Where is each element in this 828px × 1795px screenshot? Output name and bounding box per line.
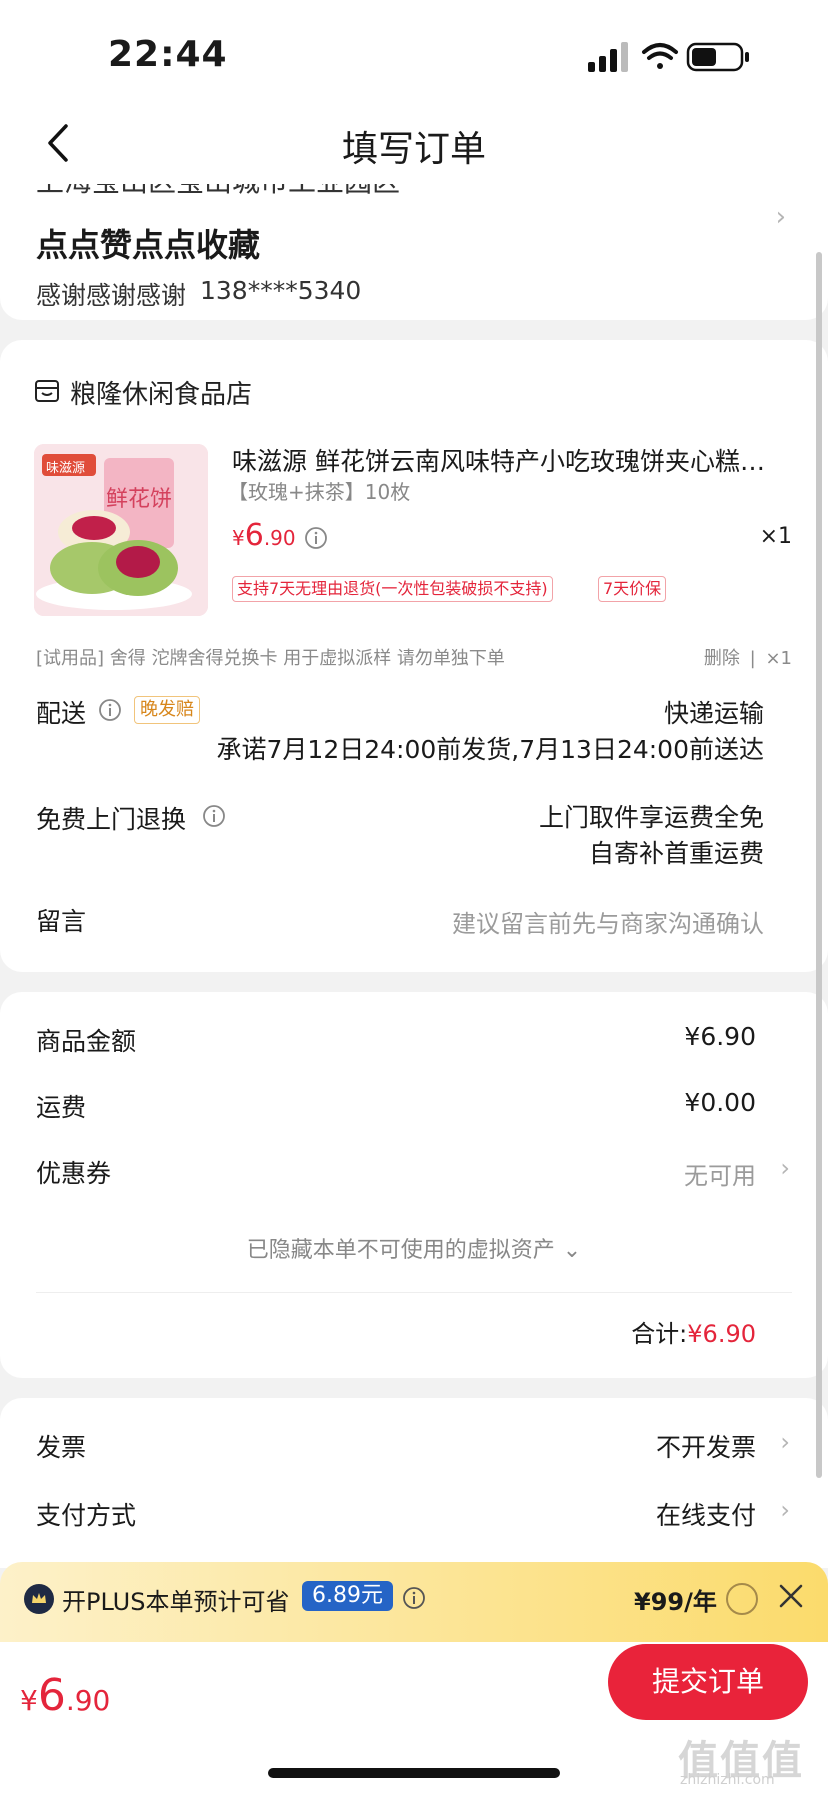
delivery-label: 配送: [36, 699, 87, 728]
delivery-info-icon[interactable]: [98, 698, 122, 722]
coupon-label: 优惠券: [36, 1159, 112, 1188]
divider: [36, 1292, 792, 1293]
message-input[interactable]: 建议留言前先与商家沟通确认: [452, 904, 764, 939]
late-compensation-badge: 晚发赔: [134, 696, 200, 724]
gift-item: [试用品] 舍得 沱牌舍得兑换卡 用于虚拟派样 请勿单独下单: [36, 648, 505, 669]
product-price: ¥6.90: [232, 518, 296, 553]
goods-amount-value: ¥6.90: [684, 1022, 756, 1051]
product-thumbnail[interactable]: 鲜花饼 味滋源: [34, 444, 208, 616]
return-pickup-text: 上门取件享运费全免: [538, 803, 764, 832]
address-card[interactable]: 上海宝山区宝山城市工业园区 点点赞点点收藏 感谢感谢感谢 138****5340…: [0, 184, 828, 320]
order-total: 合计:¥6.90: [631, 1314, 756, 1349]
thumb-text: 鲜花饼: [106, 487, 172, 512]
product-title[interactable]: 味滋源 鲜花饼云南风味特产小吃玫瑰饼夹心糕点零食: [232, 442, 784, 478]
total-label: 合计:: [631, 1320, 688, 1348]
message-label: 留言: [36, 907, 87, 936]
bottom-total-price: ¥6.90: [20, 1670, 111, 1721]
home-indicator[interactable]: [268, 1768, 560, 1778]
plus-price: ¥99/年: [634, 1588, 717, 1616]
contact-name: 感谢感谢感谢: [36, 281, 187, 310]
product-variant: 【玫瑰+抹茶】10枚: [228, 480, 411, 504]
return-service-label: 免费上门退换: [36, 805, 187, 834]
submit-order-button[interactable]: 提交订单: [608, 1644, 808, 1720]
product-quantity: ×1: [759, 524, 792, 549]
cellular-signal-icon: [588, 42, 628, 72]
delivery-method[interactable]: 快递运输: [664, 694, 764, 730]
total-value: ¥6.90: [687, 1320, 756, 1348]
status-icons: [588, 42, 749, 72]
store-name[interactable]: 粮隆休闲食品店: [70, 374, 252, 411]
plus-crown-icon: [24, 1584, 54, 1614]
gift-actions: 删除 | ×1: [704, 644, 792, 670]
page-title: 填写订单: [341, 129, 486, 170]
gift-separator: |: [749, 648, 756, 669]
bottom-checkout-bar: ¥6.90 提交订单 值值值 zhizhizhi.com: [0, 1642, 828, 1795]
thumb-brand: 味滋源: [46, 461, 86, 476]
return-self-send-text: 自寄补首重运费: [588, 839, 764, 868]
goods-amount-label: 商品金额: [36, 1027, 137, 1056]
address-name: 点点赞点点收藏: [36, 226, 261, 264]
invoice-chevron-icon: ›: [780, 1428, 790, 1456]
return-policy-tag: 支持7天无理由退货(一次性包装破损不支持): [232, 576, 553, 602]
price-info-icon[interactable]: [304, 526, 328, 550]
payment-method-value[interactable]: 在线支付: [656, 1496, 756, 1532]
battery-icon: [686, 42, 749, 72]
invoice-payment-card: 发票 不开发票 › 支付方式 在线支付 ›: [0, 1398, 828, 1568]
invoice-value[interactable]: 不开发票: [656, 1428, 756, 1464]
watermark-url: zhizhizhi.com: [680, 1772, 775, 1788]
payment-chevron-icon: ›: [780, 1496, 790, 1524]
return-info-icon[interactable]: [202, 804, 226, 828]
store-icon: [35, 380, 59, 402]
price-protect-tag: 7天价保: [598, 576, 667, 602]
scrollbar[interactable]: [816, 252, 822, 1478]
store-card: 粮隆休闲食品店 鲜花饼 味滋源 味滋源 鲜花饼云南风味特产小吃玫瑰饼夹心糕点零食…: [0, 340, 828, 972]
payment-method-label: 支付方式: [36, 1501, 137, 1530]
shipping-label: 运费: [36, 1093, 87, 1122]
contact-phone: 138****5340: [200, 276, 362, 305]
chevron-right-icon: ›: [775, 202, 786, 232]
wifi-icon: [642, 43, 678, 69]
shipping-value: ¥0.00: [684, 1088, 756, 1117]
plus-promo-text: 开PLUS本单预计可省: [62, 1588, 290, 1616]
plus-info-icon[interactable]: [402, 1586, 426, 1610]
plus-select-radio[interactable]: [726, 1583, 758, 1615]
status-bar: 22:44: [0, 0, 828, 100]
cost-summary-card: 商品金额 ¥6.90 运费 ¥0.00 优惠券 无可用 › 已隐藏本单不可使用的…: [0, 992, 828, 1378]
gift-qty: ×1: [765, 648, 792, 669]
delivery-promise: 承诺7月12日24:00前发货,7月13日24:00前送达: [216, 735, 764, 764]
plus-savings-badge: 6.89元: [302, 1581, 393, 1611]
plus-promo-bar[interactable]: 开PLUS本单预计可省 6.89元 ¥99/年: [0, 1562, 828, 1642]
gift-delete-button[interactable]: 删除: [704, 648, 740, 669]
coupon-chevron-icon: ›: [780, 1154, 790, 1182]
invoice-label: 发票: [36, 1433, 87, 1462]
status-time: 22:44: [108, 34, 228, 75]
coupon-value[interactable]: 无可用: [684, 1156, 756, 1191]
address-line: 上海宝山区宝山城市工业园区: [36, 184, 400, 200]
hidden-assets-toggle[interactable]: 已隐藏本单不可使用的虚拟资产 ⌄: [0, 1232, 828, 1264]
chevron-down-icon: ⌄: [562, 1238, 582, 1263]
close-icon[interactable]: [776, 1578, 806, 1614]
